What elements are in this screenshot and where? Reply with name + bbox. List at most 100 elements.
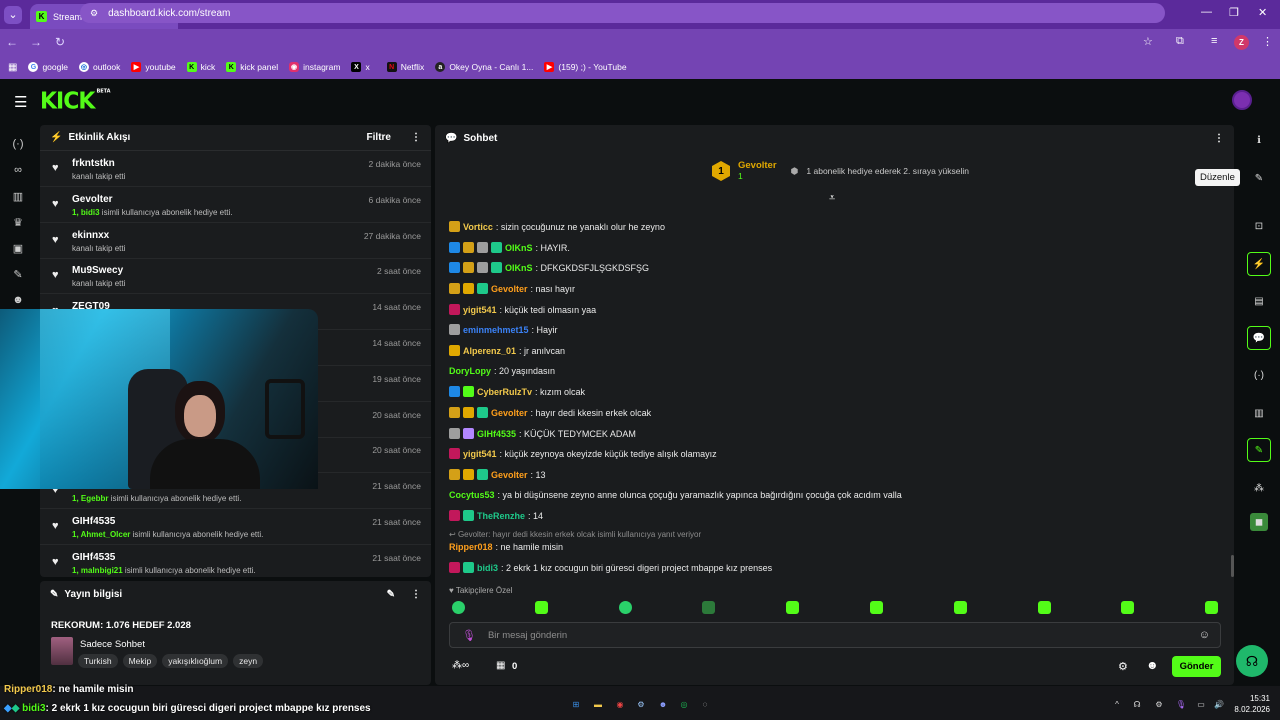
- trophy-icon[interactable]: ♛: [10, 214, 26, 230]
- kick-logo[interactable]: KICK BETA: [40, 88, 111, 114]
- chat-username[interactable]: Ripper018: [449, 542, 493, 552]
- chat-message[interactable]: CyberRulzTv: kızım olcak: [449, 386, 585, 397]
- emote-icon[interactable]: [786, 601, 799, 614]
- bolt-panel-toggle-icon[interactable]: ⚡: [1247, 252, 1271, 276]
- tag[interactable]: Turkish: [78, 654, 118, 668]
- layers-icon[interactable]: ▥: [1250, 404, 1268, 422]
- windows-start-icon[interactable]: ⊞: [569, 697, 583, 711]
- chat-message[interactable]: TheRenzhe: 14: [449, 510, 543, 521]
- emote-icon[interactable]: [954, 601, 967, 614]
- stream-info-more-icon[interactable]: ⋮: [411, 589, 421, 600]
- reading-list-icon[interactable]: ≡: [1211, 35, 1217, 47]
- channel-points-icon[interactable]: ⁂∞: [452, 660, 469, 671]
- scroll-down-icon[interactable]: ⩡: [829, 192, 835, 205]
- close-window-icon[interactable]: ✕: [1258, 6, 1267, 19]
- chat-message-input[interactable]: 🎙 Bir mesaj gönderin ☺: [449, 622, 1221, 648]
- emote-icon[interactable]: [1121, 601, 1134, 614]
- chat-scrollbar[interactable]: [1231, 555, 1234, 577]
- chat-message[interactable]: Gevolter: nası hayır: [449, 283, 575, 294]
- live-broadcast-icon[interactable]: (·): [10, 136, 26, 152]
- microphone-icon[interactable]: 🎙: [462, 629, 476, 642]
- site-info-icon[interactable]: ⚙: [90, 8, 98, 19]
- chat-message[interactable]: OIKnS: DFKGKDSFJLŞGKDSFŞG: [449, 262, 649, 273]
- chat-message[interactable]: eminmehmet15: Hayir: [449, 324, 558, 335]
- activity-user[interactable]: Gevolter: [72, 194, 113, 205]
- screen-capture-icon[interactable]: ⊡: [1250, 217, 1268, 235]
- bookmark-okey[interactable]: a Okey Oyna - Canlı 1...: [435, 62, 533, 72]
- chat-username[interactable]: bidi3: [477, 563, 498, 573]
- tag[interactable]: yakışıklıoğlum: [162, 654, 229, 668]
- chat-username[interactable]: yigit541: [463, 305, 497, 315]
- network-icon[interactable]: ▭: [1194, 697, 1208, 711]
- extensions-icon[interactable]: ⧉: [1176, 35, 1184, 48]
- file-explorer-icon[interactable]: ▬: [591, 697, 605, 711]
- users-icon[interactable]: ☻: [10, 292, 26, 308]
- activity-user[interactable]: frkntstkn: [72, 158, 115, 169]
- emote-shortcut-icon[interactable]: ☻: [1146, 658, 1159, 672]
- chat-message[interactable]: DoryLopy: 20 yaşındasın: [449, 366, 555, 376]
- steam-icon[interactable]: ⚙: [634, 697, 648, 711]
- chat-username[interactable]: Gevolter: [491, 470, 528, 480]
- chat-message[interactable]: Alperenz_01: jr anılvcan: [449, 345, 565, 356]
- volume-icon[interactable]: 🔊: [1212, 697, 1226, 711]
- top-gifter-name[interactable]: Gevolter: [738, 160, 777, 171]
- bookmark-youtube[interactable]: ▶ youtube: [131, 62, 176, 72]
- activity-item[interactable]: ♥ GIHf4535 1, Ahmet_Olcer isimli kullanıcı…: [40, 510, 431, 545]
- chat-username[interactable]: Alperenz_01: [463, 346, 516, 356]
- tag[interactable]: Mekip: [122, 654, 158, 668]
- emote-icon[interactable]: [452, 601, 465, 614]
- chat-username[interactable]: TheRenzhe: [477, 511, 525, 521]
- activity-item[interactable]: ♥ ekinnxx kanalı takip etti 27 dakika önce: [40, 224, 431, 259]
- chat-username[interactable]: Gevolter: [491, 408, 528, 418]
- minimize-icon[interactable]: —: [1201, 6, 1212, 18]
- hamburger-menu-icon[interactable]: ☰: [14, 93, 27, 111]
- chat-message[interactable]: Gevolter: hayır dedi kkesin erkek olcak: [449, 407, 651, 418]
- emoji-picker-icon[interactable]: ☺: [1199, 629, 1210, 641]
- bookmark-star-icon[interactable]: ☆: [1143, 35, 1153, 48]
- emote-icon[interactable]: [870, 601, 883, 614]
- chat-username[interactable]: Cocytus53: [449, 490, 495, 500]
- chat-message[interactable]: GIHf4535: KÜÇÜK TEDYMCEK ADAM: [449, 428, 636, 439]
- link-icon[interactable]: ∞: [10, 162, 26, 178]
- chat-username[interactable]: CyberRulzTv: [477, 387, 532, 397]
- edit-pencil-icon[interactable]: ✎: [1250, 169, 1268, 187]
- category-name[interactable]: Sadece Sohbet: [80, 639, 145, 650]
- chat-message[interactable]: OIKnS: HAYIR.: [449, 242, 570, 253]
- user-avatar[interactable]: [1232, 90, 1252, 110]
- mic-tray-icon[interactable]: 🎙: [1174, 697, 1188, 711]
- activity-user[interactable]: GIHf4535: [72, 516, 115, 527]
- headset-tray-icon[interactable]: ☊: [1130, 697, 1144, 711]
- bookmark-instagram[interactable]: ◉ instagram: [289, 62, 340, 72]
- tab-search-chevron-icon[interactable]: ⌄: [4, 5, 22, 24]
- community-icon[interactable]: ⁂: [1250, 479, 1268, 497]
- profile-avatar[interactable]: Z: [1234, 35, 1249, 50]
- notes-icon[interactable]: ▤: [1250, 292, 1268, 310]
- bookmark-netflix[interactable]: N Netflix: [386, 62, 424, 72]
- edit-pencil-icon[interactable]: ✎: [387, 589, 395, 600]
- bookmark-outlook[interactable]: ◎ outlook: [78, 62, 120, 72]
- activity-item[interactable]: ♥ GIHf4535 1, malnbigi21 isimli kullanıcıy…: [40, 546, 431, 577]
- activity-user[interactable]: ekinnxx: [72, 230, 109, 241]
- clock[interactable]: 15:31 8.02.2026: [1232, 693, 1270, 715]
- emote-icon[interactable]: [619, 601, 632, 614]
- emote-icon[interactable]: [702, 601, 715, 614]
- chat-settings-gear-icon[interactable]: ⚙: [1118, 660, 1128, 673]
- activity-item[interactable]: ♥ Gevolter 1, bidi3 isimli kullanıcıya abo…: [40, 188, 431, 223]
- bookmark-kick[interactable]: Kkick: [186, 62, 215, 72]
- chat-message[interactable]: yigit541: küçük tedi olmasın yaa: [449, 304, 596, 315]
- chat-message[interactable]: Vorticc: sizin çocuğunuz ne yanaklı olur…: [449, 221, 665, 232]
- steam-tray-icon[interactable]: ⚙: [1152, 697, 1166, 711]
- emote-icon[interactable]: [1205, 601, 1218, 614]
- tag[interactable]: zeyn: [233, 654, 264, 668]
- discord-icon[interactable]: ☻: [656, 697, 670, 711]
- chrome-icon[interactable]: ◉: [613, 697, 627, 711]
- app-icon[interactable]: ◼: [1250, 513, 1268, 531]
- filter-button[interactable]: Filtre: [367, 132, 391, 143]
- forward-arrow-icon[interactable]: →: [24, 35, 48, 49]
- spotify-icon[interactable]: ◎: [677, 697, 691, 711]
- chat-username[interactable]: OIKnS: [505, 263, 533, 273]
- chat-username[interactable]: OIKnS: [505, 243, 533, 253]
- app-taskbar-icon[interactable]: ◌: [698, 697, 712, 711]
- chat-message[interactable]: Ripper018: ne hamile misin: [449, 542, 563, 552]
- chat-message[interactable]: Cocytus53: ya bi düşünsene zeyno anne ol…: [449, 490, 902, 500]
